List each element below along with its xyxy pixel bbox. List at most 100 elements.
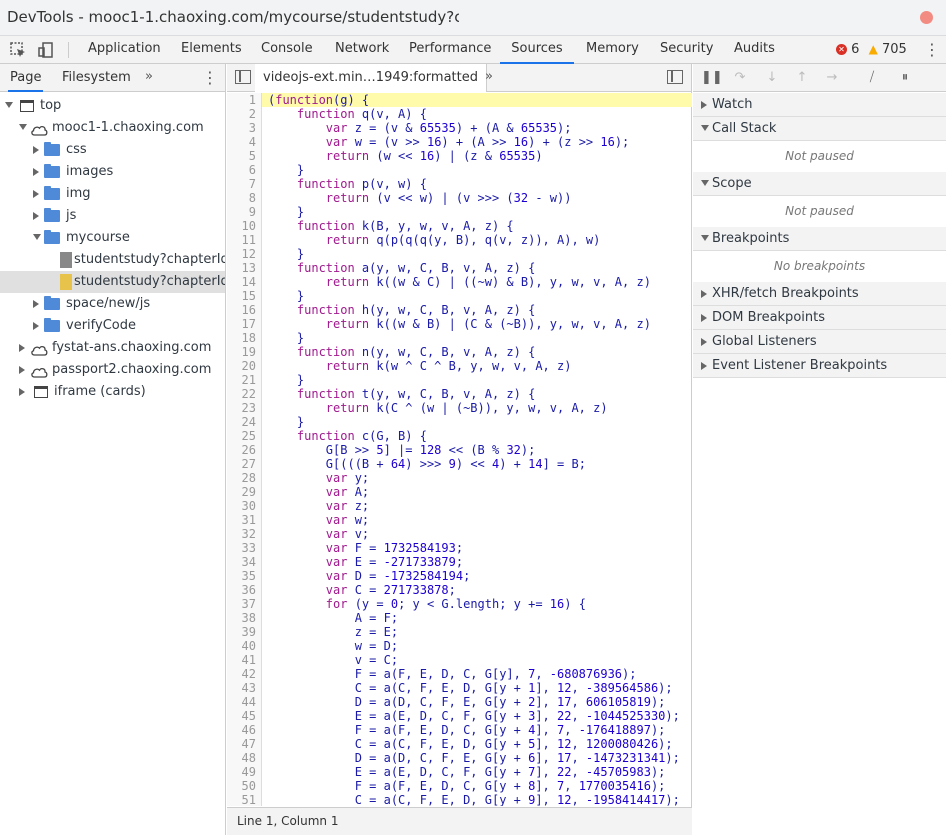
navigator-tabs: Page Filesystem » ⋮ [0,64,225,92]
code-line: 40 w = D; [227,639,692,653]
more-tabs-chevron-icon[interactable]: » [145,69,153,84]
code-line: 36 var C = 271733878; [227,583,692,597]
tab-filesystem[interactable]: Filesystem [60,64,133,92]
expand-arrow-right-icon[interactable] [33,190,39,198]
close-window-button[interactable] [920,11,933,24]
expand-arrow-down-icon[interactable] [19,124,27,130]
code-line: 4 var w = (v >> 16) + (A >> 16) + (z >> … [227,135,692,149]
code-line: 31 var w; [227,513,692,527]
section-dom-breakpoints[interactable]: DOM Breakpoints [693,306,946,330]
more-options-icon[interactable]: ⋮ [924,41,940,59]
tree-item-label: iframe (cards) [54,384,146,399]
tree-item[interactable]: mycourse [0,227,225,249]
section-breakpoints[interactable]: Breakpoints [693,227,946,251]
expand-arrow-right-icon[interactable] [33,212,39,220]
line-number: 21 [227,373,262,387]
line-code: var w = (v >> 16) + (A >> 16) + (z >> 16… [325,135,630,149]
line-code: z = E; [268,625,399,639]
section-xhr-fetch-breakpoints[interactable]: XHR/fetch Breakpoints [693,282,946,306]
line-code: var E = -271733879; [325,555,464,569]
code-line: 13 function a(y, w, C, B, v, A, z) { [227,261,692,275]
more-files-chevron-icon[interactable]: » [485,69,493,84]
navigator-pane: Page Filesystem » ⋮ top mooc1-1.chaoxing.… [0,64,226,835]
section-scope[interactable]: Scope [693,172,946,196]
step-icon[interactable]: → [823,69,841,87]
pause-on-exceptions-icon[interactable]: ⏸ [896,69,914,87]
tree-item[interactable]: space/new/js [0,293,225,315]
tree-item[interactable]: js [0,205,225,227]
issue-counts[interactable]: ✕ 6 ▲ 705 [836,42,907,57]
tab-elements[interactable]: Elements [177,36,246,64]
step-out-icon[interactable]: ↑ [793,69,811,87]
tree-item[interactable]: top [0,95,225,117]
tree-item[interactable]: mooc1-1.chaoxing.com [0,117,225,139]
tree-item-label: fystat-ans.chaoxing.com [52,340,212,355]
line-code: F = a(F, E, D, C, G[y], 7, -680876936); [268,667,637,681]
line-number: 7 [227,177,262,191]
section-placeholder: Not paused [693,196,946,228]
frame-icon [34,386,48,398]
tree-item[interactable]: studentstudy?chapterId= [0,271,225,293]
tree-item[interactable]: img [0,183,225,205]
tree-item[interactable]: fystat-ans.chaoxing.com [0,337,225,359]
expand-arrow-right-icon[interactable] [33,300,39,308]
line-code: G[B >> 5] |= 128 << (B % 32); [268,443,536,457]
tree-item-label: images [66,164,114,179]
tab-application[interactable]: Application [84,36,165,64]
tree-item[interactable]: css [0,139,225,161]
code-line: 21 } [227,373,692,387]
expand-arrow-right-icon[interactable] [33,168,39,176]
code-line: 44 D = a(D, C, F, E, G[y + 2], 17, 60610… [227,695,692,709]
toggle-debugger-icon[interactable] [667,70,683,84]
tab-security[interactable]: Security [656,36,717,64]
tree-item[interactable]: passport2.chaoxing.com [0,359,225,381]
tree-item[interactable]: studentstudy?chapterId= [0,249,225,271]
toggle-navigator-icon[interactable] [235,70,251,84]
tab-console[interactable]: Console [257,36,317,64]
pause-icon[interactable]: ❚❚ [701,69,723,87]
editor-file-tab[interactable]: videojs-ext.min…1949:formatted [255,64,487,92]
expand-arrow-down-icon[interactable] [5,102,13,108]
line-number: 11 [227,233,262,247]
device-toolbar-icon[interactable] [37,40,57,60]
tab-sources[interactable]: Sources [500,36,574,64]
navigator-menu-icon[interactable]: ⋮ [202,68,218,87]
line-number: 26 [227,443,262,457]
section-call-stack[interactable]: Call Stack [693,117,946,141]
expand-arrow-right-icon[interactable] [33,322,39,330]
tab-audits[interactable]: Audits [730,36,779,64]
expand-arrow-right-icon[interactable] [19,344,25,352]
code-line: 17 return k((w & B) | (C & (~B)), y, w, … [227,317,692,331]
debugger-sidebar: ❚❚ ↷ ↓ ↑ → ⧸ ⏸ Watch Call Stack Not paused… [693,64,946,835]
section-watch[interactable]: Watch [693,93,946,117]
tree-item-label: verifyCode [66,318,136,333]
section-global-listeners[interactable]: Global Listeners [693,330,946,354]
code-line: 49 E = a(E, D, C, F, G[y + 7], 22, -4570… [227,765,692,779]
step-over-icon[interactable]: ↷ [731,69,749,87]
step-into-icon[interactable]: ↓ [763,69,781,87]
expand-arrow-right-icon[interactable] [19,388,25,396]
line-number: 36 [227,583,262,597]
tab-network[interactable]: Network [331,36,393,64]
expand-arrow-down-icon[interactable] [33,234,41,240]
line-code: var z; [325,499,370,513]
tab-page[interactable]: Page [8,64,44,92]
expand-arrow-down-icon [701,125,709,131]
tab-performance[interactable]: Performance [405,36,495,64]
inspect-element-icon[interactable] [8,40,28,60]
tree-item[interactable]: images [0,161,225,183]
tree-item[interactable]: iframe (cards) [0,381,225,403]
tab-memory[interactable]: Memory [582,36,643,64]
expand-arrow-right-icon[interactable] [33,146,39,154]
line-code: F = a(F, E, D, C, G[y + 8], 7, 177003541… [268,779,666,793]
tree-item[interactable]: verifyCode [0,315,225,337]
code-line: 8 return (v << w) | (v >>> (32 - w)) [227,191,692,205]
code-line: 35 var D = -1732584194; [227,569,692,583]
deactivate-breakpoints-icon[interactable]: ⧸ [863,69,881,87]
line-code: function q(v, A) { [296,107,427,121]
line-code: C = a(C, F, E, D, G[y + 9], 12, -1958414… [268,793,680,806]
code-view[interactable]: 1 (function(g) {2 function q(v, A) {3 var… [227,93,692,806]
section-event-listener-breakpoints[interactable]: Event Listener Breakpoints [693,354,946,378]
line-code: function h(y, w, C, B, v, A, z) { [296,303,536,317]
expand-arrow-right-icon[interactable] [19,366,25,374]
